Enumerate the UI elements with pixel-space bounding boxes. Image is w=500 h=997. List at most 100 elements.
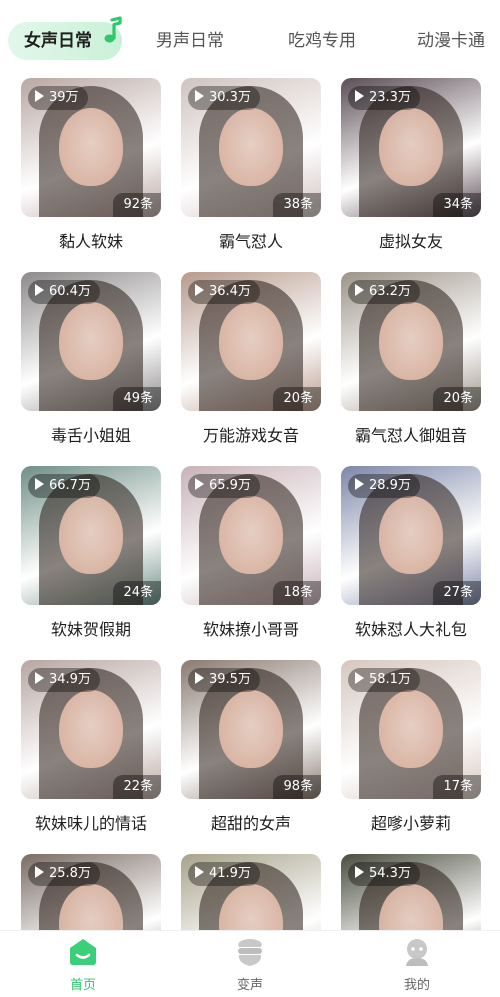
voice-pack-card[interactable]: 54.3万 [341,854,481,930]
voice-pack-card[interactable]: 63.2万 20条 霸气怼人御姐音 [341,272,481,447]
play-count-badge: 65.9万 [188,474,260,498]
voice-pack-card[interactable]: 65.9万 18条 软妹撩小哥哥 [181,466,321,641]
play-count-text: 39.5万 [209,672,251,687]
profile-icon [406,939,428,966]
clip-count-badge: 38条 [273,193,321,217]
tab-label: 女声日常 [24,31,92,51]
play-count-text: 39万 [49,90,79,105]
voice-pack-thumbnail: 60.4万 49条 [21,272,161,411]
play-icon [35,90,44,102]
voice-pack-thumbnail: 30.3万 38条 [181,78,321,217]
voice-pack-thumbnail: 28.9万 27条 [341,466,481,605]
voice-pack-thumbnail: 23.3万 34条 [341,78,481,217]
voice-pack-title: 软妹味儿的情话 [34,814,147,833]
portrait-face [379,302,443,380]
tab-female-daily[interactable]: 女声日常 [8,16,122,60]
voice-pack-card[interactable]: 28.9万 27条 软妹怼人大礼包 [341,466,481,641]
portrait-face [59,302,123,380]
clip-count-badge: 17条 [433,775,481,799]
voice-pack-title: 软妹贺假期 [50,620,131,639]
play-count-badge: 23.3万 [348,86,420,110]
play-count-badge: 39万 [28,86,88,110]
nav-voice-label: 变声 [236,978,263,993]
play-count-text: 58.1万 [369,672,411,687]
clip-count-badge: 22条 [113,775,161,799]
voice-pack-thumbnail: 39.5万 98条 [181,660,321,799]
play-icon [355,672,364,684]
voice-pack-card[interactable]: 41.9万 [181,854,321,930]
play-icon [355,478,364,490]
voice-pack-thumbnail: 36.4万 20条 [181,272,321,411]
play-icon [355,90,364,102]
voice-pack-card[interactable]: 34.9万 22条软妹味儿的情话 [21,660,161,835]
portrait-face [219,302,283,380]
voice-pack-card[interactable]: 39.5万 98条超甜的女声 [181,660,321,835]
voice-pack-card[interactable]: 36.4万 20条万能游戏女音 [181,272,321,447]
portrait-face [59,108,123,186]
play-count-text: 41.9万 [209,866,251,881]
play-count-text: 23.3万 [369,90,411,105]
voice-pack-title: 黏人软妹 [58,232,123,251]
play-count-badge: 58.1万 [348,668,420,692]
voice-pack-thumbnail: 34.9万 22条 [21,660,161,799]
play-count-badge: 63.2万 [348,280,420,304]
voice-pack-card[interactable]: 25.8万 [21,854,161,930]
clip-count-badge: 49条 [113,387,161,411]
nav-me[interactable]: 我的 [377,937,457,993]
play-count-text: 63.2万 [369,284,411,299]
voice-pack-card[interactable]: 39万 92条黏人软妹 [21,78,161,253]
nav-voice-change[interactable]: 变声 [210,937,290,993]
play-count-text: 34.9万 [49,672,91,687]
play-count-badge: 34.9万 [28,668,100,692]
portrait-face [379,690,443,768]
tab-pubg[interactable]: 吃鸡专用 [288,26,356,56]
tab-anime-cartoon[interactable]: 动漫卡通 [417,26,485,56]
music-note-icon [104,16,122,43]
play-count-badge: 25.8万 [28,862,100,886]
clip-count-badge: 98条 [273,775,321,799]
play-icon [195,866,204,878]
play-icon [195,672,204,684]
tab-male-daily[interactable]: 男声日常 [156,26,224,56]
portrait-face [219,108,283,186]
clip-count-badge: 24条 [113,581,161,605]
play-icon [35,866,44,878]
voice-pack-title: 超嗲小萝莉 [370,814,451,833]
play-count-badge: 39.5万 [188,668,260,692]
clip-count-badge: 92条 [113,193,161,217]
play-icon [35,672,44,684]
play-count-badge: 60.4万 [28,280,100,304]
voice-pack-title: 万能游戏女音 [202,426,299,445]
play-count-text: 36.4万 [209,284,251,299]
voice-pack-grid: 39万 92条 黏人软妹 30.3万 38条 霸气怼人 23.3万 34条 虚拟女友 60.4万 4… [0,78,500,930]
voice-pack-title: 超甜的女声 [210,814,291,833]
nav-me-label: 我的 [403,978,430,993]
voice-pack-thumbnail: 39万 92条 [21,78,161,217]
clip-count-badge: 18条 [273,581,321,605]
portrait-face [379,108,443,186]
play-count-badge: 36.4万 [188,280,260,304]
clip-count-badge: 27条 [433,581,481,605]
portrait-face [59,690,123,768]
voice-pack-card[interactable]: 23.3万 34条 虚拟女友 [341,78,481,253]
play-icon [195,478,204,490]
play-icon [195,284,204,296]
portrait-face [59,496,123,574]
voice-pack-card[interactable]: 30.3万 38条 霸气怼人 [181,78,321,253]
clip-count-badge: 20条 [273,387,321,411]
voice-pack-card[interactable]: 58.1万 17条超嗲小萝莉 [341,660,481,835]
home-icon [70,939,96,965]
play-count-text: 54.3万 [369,866,411,881]
play-icon [35,284,44,296]
voice-pack-thumbnail: 65.9万 18条 [181,466,321,605]
nav-home[interactable]: 首页 [43,937,123,993]
voice-pack-card[interactable]: 60.4万 49条 毒舌小姐姐 [21,272,161,447]
play-count-text: 60.4万 [49,284,91,299]
bottom-nav: 首页 变声 我的 [0,930,500,997]
play-count-badge: 30.3万 [188,86,260,110]
portrait-face [379,496,443,574]
category-tabs: 女声日常 男声日常 吃鸡专用 动漫卡通 [0,0,500,78]
voice-pack-card[interactable]: 66.7万 24条 软妹贺假期 [21,466,161,641]
voice-change-icon [238,939,262,966]
play-count-badge: 41.9万 [188,862,260,886]
